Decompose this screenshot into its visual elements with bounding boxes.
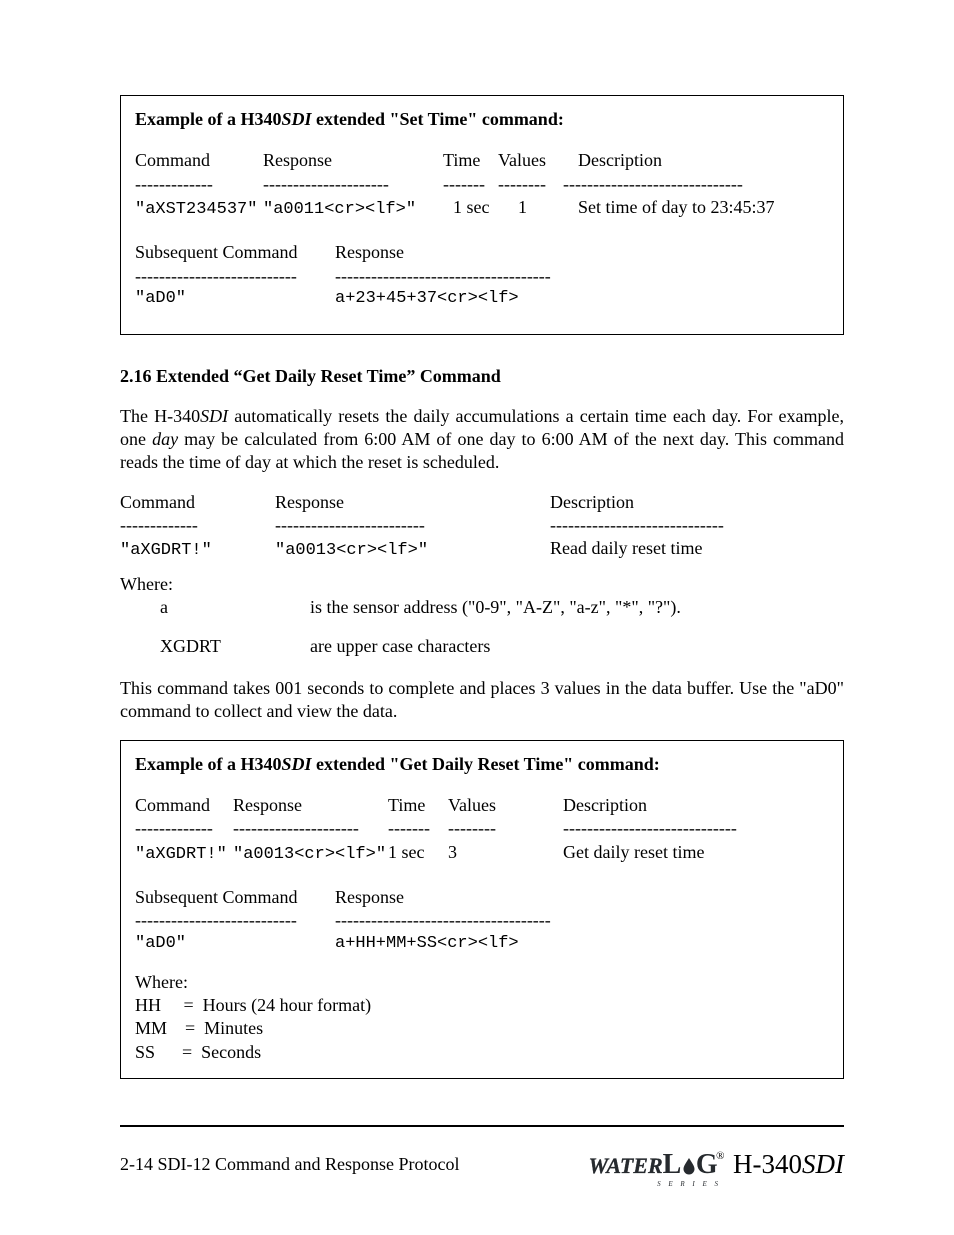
text: Example of a H340 <box>135 109 282 129</box>
col-description: Description <box>578 149 662 172</box>
dash: --------------------------- <box>135 265 335 288</box>
dash: ------------------------------------ <box>335 909 551 932</box>
cell-values: 1 <box>518 196 578 219</box>
cell-description: Get daily reset time <box>563 841 704 864</box>
cell-response: "a0013<cr><lf>" <box>233 844 388 866</box>
where-key: a <box>120 596 310 619</box>
logo-l: L <box>663 1147 682 1183</box>
box1-title: Example of a H340SDI extended "Set Time"… <box>135 108 829 131</box>
text: extended "Set Time" command: <box>312 109 564 129</box>
text: H-340 <box>733 1149 802 1179</box>
dash: ------------------------- <box>275 514 550 537</box>
dash: ------- <box>443 173 498 196</box>
dash: ------------- <box>120 514 275 537</box>
model-number: H-340SDI <box>733 1147 844 1182</box>
cell-command: "aD0" <box>135 933 335 955</box>
col-description: Description <box>563 794 647 817</box>
body-paragraph-1: The H-340SDI automatically resets the da… <box>120 405 844 475</box>
page-footer: 2-14 SDI-12 Command and Response Protoco… <box>120 1125 844 1183</box>
waterlog-logo: WATERLG® S E R I E S <box>588 1147 727 1183</box>
where-key: XGDRT <box>120 635 310 658</box>
box2-table: Command Response Time Values Description… <box>135 794 829 866</box>
footer-rule <box>120 1125 844 1127</box>
box2-title: Example of a H340SDI extended "Get Daily… <box>135 753 829 776</box>
body-paragraph-2: This command takes 001 seconds to comple… <box>120 677 844 724</box>
box1-subtable: Subsequent Command Response ------------… <box>135 241 829 310</box>
where-block-1: Where: a is the sensor address ("0-9", "… <box>120 573 844 659</box>
cell-command: "aXGDRT!" <box>135 844 233 866</box>
mid-table: Command Response Description -----------… <box>120 491 844 563</box>
box2-subtable: Subsequent Command Response ------------… <box>135 886 829 955</box>
where-row: MM = Minutes <box>135 1017 829 1040</box>
logo-series: S E R I E S <box>657 1180 721 1189</box>
dash: -------- <box>448 817 563 840</box>
cell-time: 1 sec <box>453 196 518 219</box>
cell-response: a+HH+MM+SS<cr><lf> <box>335 933 519 955</box>
col-response: Response <box>335 886 404 909</box>
where-desc: is the sensor address ("0-9", "A-Z", "a-… <box>310 596 681 619</box>
dash: ------------- <box>135 173 263 196</box>
dash: ------- <box>388 817 448 840</box>
dash: -------- <box>498 173 563 196</box>
col-response: Response <box>335 241 404 264</box>
text: SDI <box>802 1149 844 1179</box>
registered-icon: ® <box>716 1149 725 1163</box>
dash: ------------- <box>135 817 233 840</box>
text: SDI <box>282 109 312 129</box>
box1-table: Command Response Time Values Description… <box>135 149 829 221</box>
dash: ----------------------------- <box>563 817 737 840</box>
text: SDI <box>200 406 228 426</box>
col-response: Response <box>263 149 443 172</box>
where-desc: are upper case characters <box>310 635 490 658</box>
col-values: Values <box>498 149 578 172</box>
example-box-set-time: Example of a H340SDI extended "Set Time"… <box>120 95 844 335</box>
logo-g: G <box>696 1147 718 1183</box>
dash: ----------------------------- <box>550 514 724 537</box>
dash: --------------------------- <box>135 909 335 932</box>
logo-water: WATER <box>588 1152 662 1181</box>
col-command: Command <box>135 149 263 172</box>
text: SDI <box>282 754 312 774</box>
cell-response: a+23+45+37<cr><lf> <box>335 288 519 310</box>
dash: --------------------- <box>263 173 443 196</box>
cell-response: "a0011<cr><lf>" <box>263 199 453 221</box>
col-command: Subsequent Command <box>135 241 335 264</box>
where-row: HH = Hours (24 hour format) <box>135 994 829 1017</box>
text: day <box>152 429 178 449</box>
dash: --------------------- <box>233 817 388 840</box>
footer-right: WATERLG® S E R I E S H-340SDI <box>588 1147 844 1183</box>
dash: ------------------------------------ <box>335 265 551 288</box>
water-drop-icon <box>682 1157 696 1175</box>
box2-where: Where: HH = Hours (24 hour format) MM = … <box>135 971 829 1065</box>
col-values: Values <box>448 794 563 817</box>
text: may be calculated from 6:00 AM of one da… <box>120 429 844 472</box>
example-box-get-daily-reset: Example of a H340SDI extended "Get Daily… <box>120 740 844 1080</box>
where-label: Where: <box>135 971 829 994</box>
cell-command: "aXGDRT!" <box>120 540 275 562</box>
col-command: Subsequent Command <box>135 886 335 909</box>
col-time: Time <box>443 149 498 172</box>
where-row: SS = Seconds <box>135 1041 829 1064</box>
col-time: Time <box>388 794 448 817</box>
text: Example of a H340 <box>135 754 282 774</box>
col-command: Command <box>135 794 233 817</box>
cell-command: "aXST234537" <box>135 199 263 221</box>
cell-description: Set time of day to 23:45:37 <box>578 196 774 219</box>
cell-values: 3 <box>448 841 563 864</box>
cell-response: "a0013<cr><lf>" <box>275 540 550 562</box>
col-command: Command <box>120 491 275 514</box>
section-heading: 2.16 Extended “Get Daily Reset Time” Com… <box>120 365 844 388</box>
dash: ------------------------------ <box>563 173 743 196</box>
col-description: Description <box>550 491 634 514</box>
text: extended "Get Daily Reset Time" command: <box>312 754 660 774</box>
where-label: Where: <box>120 573 844 596</box>
cell-time: 1 sec <box>388 841 448 864</box>
text: The H-340 <box>120 406 200 426</box>
footer-left-text: 2-14 SDI-12 Command and Response Protoco… <box>120 1153 459 1176</box>
col-response: Response <box>275 491 550 514</box>
cell-command: "aD0" <box>135 288 335 310</box>
col-response: Response <box>233 794 388 817</box>
cell-description: Read daily reset time <box>550 537 702 560</box>
